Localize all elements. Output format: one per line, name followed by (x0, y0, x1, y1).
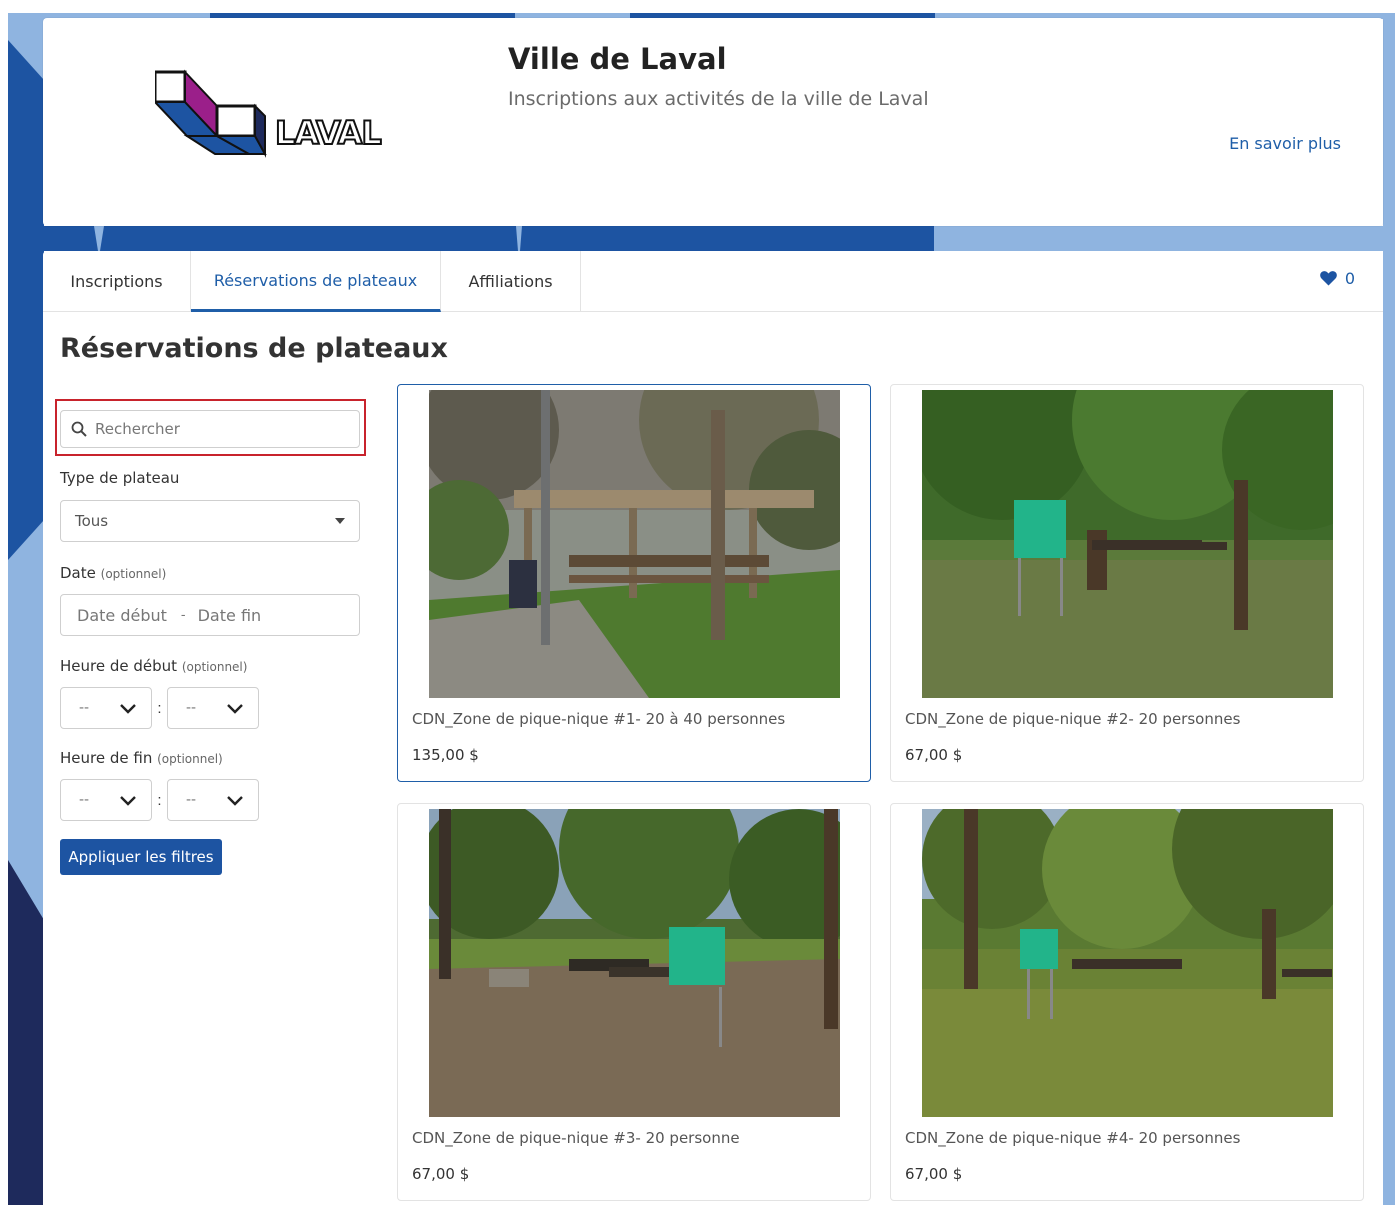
plateau-name: CDN_Zone de pique-nique #1- 20 à 40 pers… (412, 710, 786, 728)
plateau-price: 135,00 $ (412, 746, 479, 764)
chevron-down-icon (120, 795, 136, 806)
type-label: Type de plateau (60, 469, 180, 487)
start-minute-value: -- (186, 700, 197, 716)
plateau-price: 67,00 $ (412, 1165, 470, 1183)
tab-affiliations[interactable]: Affiliations (441, 251, 581, 312)
plateau-name: CDN_Zone de pique-nique #4- 20 personnes (905, 1129, 1241, 1147)
search-box[interactable] (60, 410, 360, 448)
date-start-placeholder[interactable]: Date début (77, 606, 167, 625)
start-hour-select[interactable]: -- (60, 687, 152, 729)
date-range-picker[interactable]: Date début - Date fin (60, 594, 360, 636)
tab-bar: Inscriptions Réservations de plateaux Af… (43, 251, 1383, 312)
start-time-label-text: Heure de début (60, 657, 178, 675)
type-select[interactable]: Tous (60, 500, 360, 542)
caret-down-icon (335, 518, 345, 524)
page-title: Réservations de plateaux (60, 333, 448, 364)
start-minute-select[interactable]: -- (167, 687, 259, 729)
plateau-price: 67,00 $ (905, 1165, 963, 1183)
end-time-label: Heure de fin (optionnel) (60, 749, 223, 767)
plateau-card-1[interactable]: CDN_Zone de pique-nique #1- 20 à 40 pers… (397, 384, 871, 782)
plateau-photo[interactable] (922, 390, 1333, 698)
plateau-photo[interactable] (429, 809, 840, 1117)
apply-filters-button[interactable]: Appliquer les filtres (60, 839, 222, 875)
main-card: Inscriptions Réservations de plateaux Af… (43, 251, 1383, 1205)
logo-text: LAVAL (274, 113, 383, 153)
favorites-count: 0 (1344, 269, 1355, 288)
end-time-label-text: Heure de fin (60, 749, 153, 767)
end-time-row: -- : -- (60, 779, 259, 821)
end-time-optional: (optionnel) (157, 752, 223, 766)
plateau-card-4[interactable]: CDN_Zone de pique-nique #4- 20 personnes… (890, 803, 1364, 1201)
start-time-row: -- : -- (60, 687, 259, 729)
time-colon: : (157, 791, 162, 809)
plateau-photo[interactable] (429, 390, 840, 698)
plateau-card-3[interactable]: CDN_Zone de pique-nique #3- 20 personne … (397, 803, 871, 1201)
end-hour-value: -- (79, 792, 90, 808)
chevron-down-icon (227, 703, 243, 714)
plateau-name: CDN_Zone de pique-nique #2- 20 personnes (905, 710, 1241, 728)
date-end-placeholder[interactable]: Date fin (198, 606, 262, 625)
date-range-separator: - (180, 607, 186, 623)
start-hour-value: -- (79, 700, 90, 716)
learn-more-link[interactable]: En savoir plus (1229, 134, 1341, 153)
search-input[interactable] (95, 420, 335, 438)
plateau-card-2[interactable]: CDN_Zone de pique-nique #2- 20 personnes… (890, 384, 1364, 782)
start-time-optional: (optionnel) (181, 660, 248, 674)
tab-inscriptions[interactable]: Inscriptions (43, 251, 191, 312)
site-title: Ville de Laval (508, 42, 727, 76)
end-minute-select[interactable]: -- (167, 779, 259, 821)
type-select-value: Tous (75, 512, 109, 530)
heart-icon (1319, 271, 1337, 286)
start-time-label: Heure de début (optionnel) (60, 657, 247, 675)
date-optional: (optionnel) (100, 567, 167, 581)
end-hour-select[interactable]: -- (60, 779, 152, 821)
header-card: LAVAL Ville de Laval Inscriptions aux ac… (43, 18, 1383, 226)
plateau-photo[interactable] (922, 809, 1333, 1117)
time-colon: : (157, 699, 162, 717)
plateau-name: CDN_Zone de pique-nique #3- 20 personne (412, 1129, 740, 1147)
site-subtitle: Inscriptions aux activités de la ville d… (508, 88, 929, 110)
favorites-button[interactable]: 0 (1319, 269, 1355, 288)
plateau-price: 67,00 $ (905, 746, 963, 764)
date-label-text: Date (60, 564, 96, 582)
search-icon (71, 421, 87, 437)
tab-reservations[interactable]: Réservations de plateaux (191, 251, 441, 312)
date-label: Date (optionnel) (60, 564, 166, 582)
chevron-down-icon (120, 703, 136, 714)
end-minute-value: -- (186, 792, 197, 808)
chevron-down-icon (227, 795, 243, 806)
